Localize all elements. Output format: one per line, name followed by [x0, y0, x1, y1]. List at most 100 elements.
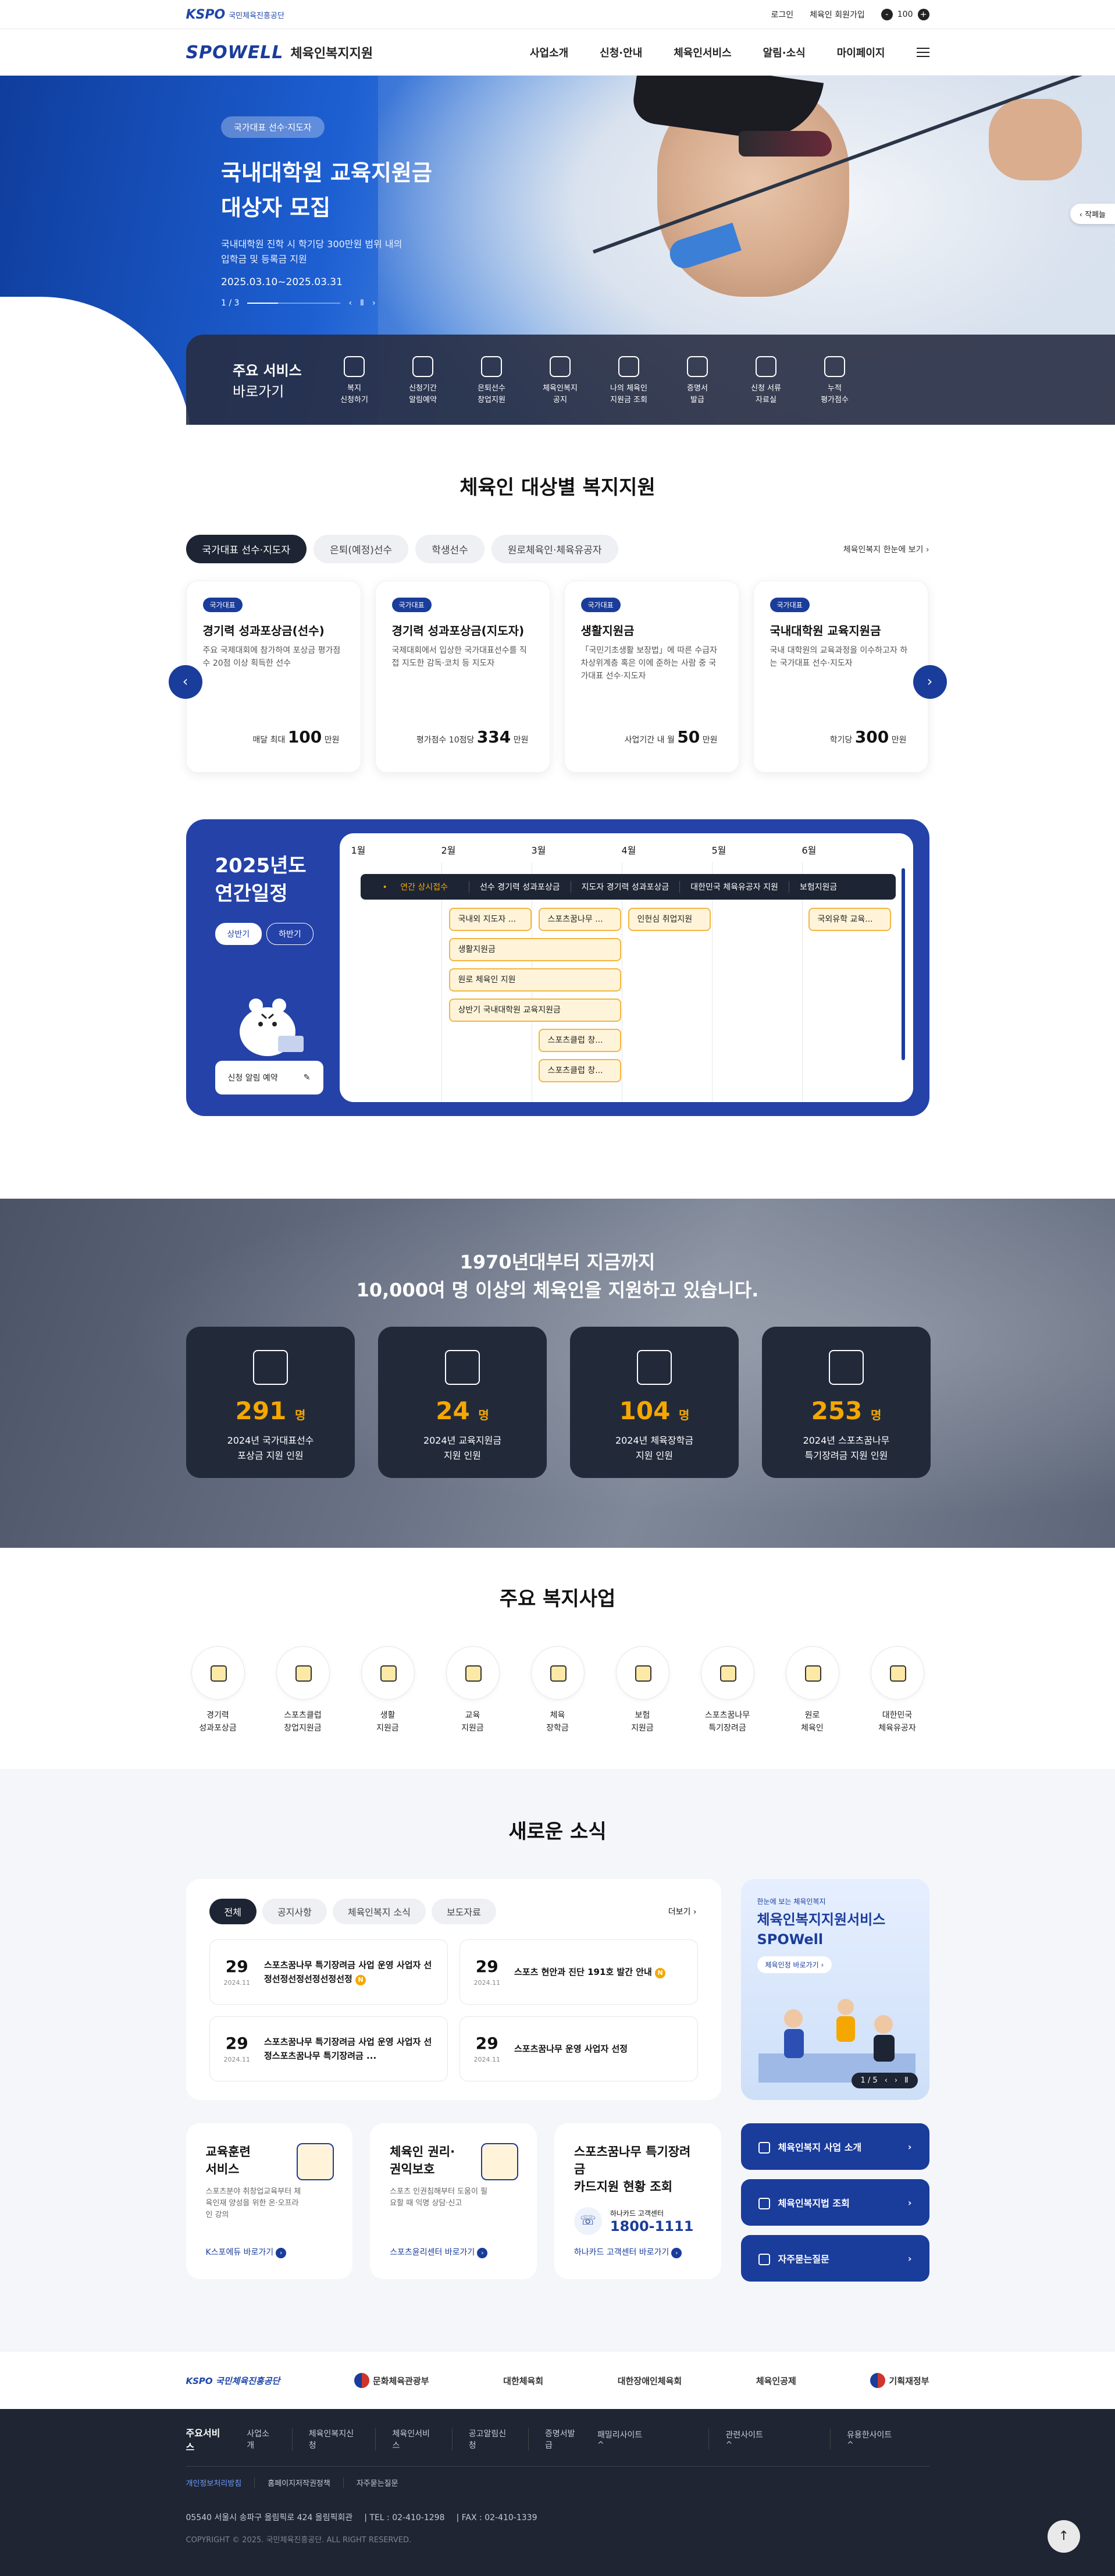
schedule-event[interactable]: 국내외 지도자 ... [448, 908, 532, 931]
useful-site-select[interactable]: 유용한사이트 ^ [829, 2429, 929, 2450]
promo-prev-icon[interactable]: ‹ [885, 2076, 888, 2085]
login-link[interactable]: 로그인 [771, 9, 794, 20]
schedule-alarm-button[interactable]: 신청 알림 예약 ✎ [215, 1061, 323, 1095]
kspo-logo[interactable]: KSPO 국민체육진흥공단 [186, 8, 284, 22]
service-card-education[interactable]: 교육훈련 서비스 스포츠분야 취창업교육부터 체육인재 양성을 위한 온·오프라인… [186, 2123, 353, 2279]
schedule-event[interactable]: 상반기 국내대학원 교육지원금 [448, 999, 621, 1022]
welfare-card[interactable]: 국가대표 생활지원금 「국민기초생활 보장법」에 따른 수급자 차상위계층 혹은… [564, 581, 739, 773]
service-card-rights[interactable]: 체육인 권리· 권익보호 스포츠 인권침해부터 도움이 필요할 때 익명 상담·신… [370, 2123, 537, 2279]
footer-link[interactable]: 체육인서비스 [375, 2428, 451, 2451]
schedule-event[interactable]: 스포츠클럽 창... [538, 1059, 621, 1082]
font-plus-button[interactable]: + [917, 9, 929, 20]
footer-link[interactable]: 사업소개 [247, 2428, 292, 2451]
promo-banner[interactable]: 한눈에 보는 체육인복지 체육인복지지원서비스 SPOWell 체육인정 바로가기… [740, 1879, 929, 2100]
schedule-event[interactable]: 인헌심 취업지원 [628, 908, 711, 931]
family-site-select[interactable]: 패밀리사이트 ^ [597, 2429, 680, 2450]
faq-button[interactable]: 자주묻는질문 › [740, 2235, 929, 2282]
footer-link[interactable]: 증명서발급 [528, 2428, 597, 2451]
schedule-event[interactable]: 원로 체육인 지원 [448, 968, 621, 992]
welfare-intro-button[interactable]: 체육인복지 사업 소개 › [740, 2123, 929, 2170]
font-minus-button[interactable]: - [881, 9, 893, 20]
category-insurance[interactable]: 보험지원금 [789, 881, 847, 893]
tab-all[interactable]: 전체 [209, 1899, 257, 1924]
site-brand[interactable]: SPOWELL 체육인복지지원 [186, 42, 373, 63]
side-quick-tab[interactable]: ‹ 작폐늘 [1070, 204, 1115, 224]
tab-student[interactable]: 학생선수 [415, 535, 485, 563]
hero-pause-icon[interactable]: Ⅱ [360, 299, 364, 308]
news-item[interactable]: 29 2024.11 스포츠 현안과 진단 191호 발간 안내 N [459, 1939, 698, 2005]
program-item[interactable]: 원로 체육인 [781, 1646, 845, 1735]
partner-mcst[interactable]: 문화체육관광부 [354, 2373, 429, 2388]
tab-retired[interactable]: 은퇴(예정)선수 [314, 535, 409, 563]
schedule-event[interactable]: 스포츠꿈나무 ... [538, 908, 621, 931]
service-link[interactable]: 스포츠윤리센터 바로가기 › [390, 2246, 488, 2258]
hamburger-menu-icon[interactable] [916, 48, 929, 57]
faq-link[interactable]: 자주묻는질문 [343, 2477, 411, 2488]
hero-next-icon[interactable]: › [372, 299, 376, 308]
quick-item-score[interactable]: 누적 평가점수 [800, 356, 869, 406]
tab-welfare-news[interactable]: 체육인복지 소식 [332, 1899, 426, 1924]
news-item[interactable]: 29 2024.11 스포츠꿈나무 특기장려금 사업 운영 사업자 선정선정선정선정… [209, 1939, 448, 2005]
tab-elder[interactable]: 원로체육인·체육유공자 [491, 535, 618, 563]
partner-athlete-mutual[interactable]: 체육인공제 [756, 2375, 796, 2387]
partner-moef[interactable]: 기획재정부 [870, 2373, 929, 2388]
tab-press[interactable]: 보도자료 [431, 1899, 496, 1924]
nav-item-service[interactable]: 체육인서비스 [674, 45, 731, 60]
tab-first-half[interactable]: 상반기 [215, 923, 262, 945]
quick-item-certificate[interactable]: 증명서 발급 [663, 356, 732, 406]
welfare-card[interactable]: 국가대표 경기력 성과포상금(선수) 주요 국제대회에 참가하여 포상금 평가점… [186, 581, 361, 773]
promo-pause-icon[interactable]: Ⅱ [904, 2076, 908, 2085]
quick-item-startup[interactable]: 은퇴선수 창업지원 [457, 356, 526, 406]
service-link[interactable]: K스포에듀 바로가기 › [206, 2246, 287, 2258]
program-item[interactable]: 교육 지원금 [441, 1646, 505, 1735]
quick-item-archive[interactable]: 신청 서류 자료실 [732, 356, 800, 406]
program-item[interactable]: 스포츠클럽 창업지원금 [271, 1646, 335, 1735]
tab-notice[interactable]: 공지사항 [262, 1899, 327, 1924]
quick-item-apply[interactable]: 복지 신청하기 [320, 356, 389, 406]
quick-item-my-support[interactable]: 나의 체육인 지원금 조회 [594, 356, 663, 406]
tab-national-team[interactable]: 국가대표 선수·지도자 [186, 535, 307, 563]
partner-kpc[interactable]: 대한장애인체육회 [618, 2375, 682, 2387]
promo-next-icon[interactable]: › [895, 2076, 897, 2085]
schedule-event[interactable]: 스포츠클럽 창... [538, 1029, 621, 1052]
cards-next-button[interactable]: › [913, 665, 947, 699]
hero-title[interactable]: 국내대학원 교육지원금 대상자 모집 [221, 155, 432, 225]
nav-item-intro[interactable]: 사업소개 [530, 45, 568, 60]
copyright-policy-link[interactable]: 홈페이지저작권정책 [254, 2477, 343, 2488]
category-player-reward[interactable]: 선수 경기력 성과포상금 [469, 881, 571, 893]
program-item[interactable]: 보험 지원금 [611, 1646, 675, 1735]
news-item[interactable]: 29 2024.11 스포츠꿈나무 특기장려금 사업 운영 사업자 선정스포츠꿈나무… [209, 2016, 448, 2081]
partner-ksoc[interactable]: 대한체육회 [503, 2375, 543, 2387]
category-always[interactable]: • 연간 상시접수 [372, 881, 469, 893]
news-item[interactable]: 29 2024.11 스포츠꿈나무 운영 사업자 선정 [459, 2016, 698, 2081]
category-coach-reward[interactable]: 지도자 경기력 성과포상금 [571, 881, 681, 893]
nav-item-mypage[interactable]: 마이페이지 [837, 45, 885, 60]
category-merit[interactable]: 대한민국 체육유공자 지원 [680, 881, 789, 893]
program-item[interactable]: 체육 장학금 [526, 1646, 590, 1735]
program-item[interactable]: 경기력 성과포상금 [186, 1646, 250, 1735]
nav-item-apply[interactable]: 신청·안내 [600, 45, 642, 60]
news-more-link[interactable]: 더보기 › [668, 1906, 697, 1917]
welfare-law-button[interactable]: 체육인복지법 조회 › [740, 2179, 929, 2226]
program-item[interactable]: 생활 지원금 [356, 1646, 420, 1735]
scroll-top-button[interactable]: ↑ [1048, 2520, 1080, 2553]
schedule-scrollbar[interactable] [901, 868, 905, 1060]
hero-prev-icon[interactable]: ‹ [348, 299, 352, 308]
tab-second-half[interactable]: 하반기 [266, 923, 314, 945]
quick-item-alarm[interactable]: 신청기간 알림예약 [389, 356, 457, 406]
quick-item-notice[interactable]: 체육인복지 공지 [526, 356, 594, 406]
privacy-policy-link[interactable]: 개인정보처리방침 [186, 2477, 255, 2488]
join-link[interactable]: 체육인 회원가입 [810, 9, 865, 20]
nav-item-news[interactable]: 알림·소식 [763, 45, 806, 60]
service-card-card-support[interactable]: 스포츠꿈나무 특기장려금 카드지원 현황 조회 ☏ 하나카드 고객센터 1800-1… [554, 2123, 721, 2279]
welfare-card[interactable]: 국가대표 경기력 성과포상금(지도자) 국제대회에서 입상한 국가대표선수를 직… [375, 581, 550, 773]
welfare-overview-link[interactable]: 체육인복지 한눈에 보기 › [843, 543, 929, 555]
service-link[interactable]: 하나카드 고객센터 바로가기 › [574, 2246, 682, 2258]
welfare-card[interactable]: 국가대표 국내대학원 교육지원금 국내 대학원의 교육과정을 이수하고자 하는 … [753, 581, 928, 773]
cards-prev-button[interactable]: ‹ [168, 665, 202, 699]
footer-link[interactable]: 공고알림신청 [451, 2428, 528, 2451]
program-item[interactable]: 스포츠꿈나무 특기장려금 [696, 1646, 760, 1735]
partner-kspo[interactable]: KSPO 국민체육진흥공단 [186, 2375, 280, 2387]
related-site-select[interactable]: 관련사이트 ^ [708, 2429, 801, 2450]
schedule-event[interactable]: 국외유학 교육... [808, 908, 891, 931]
